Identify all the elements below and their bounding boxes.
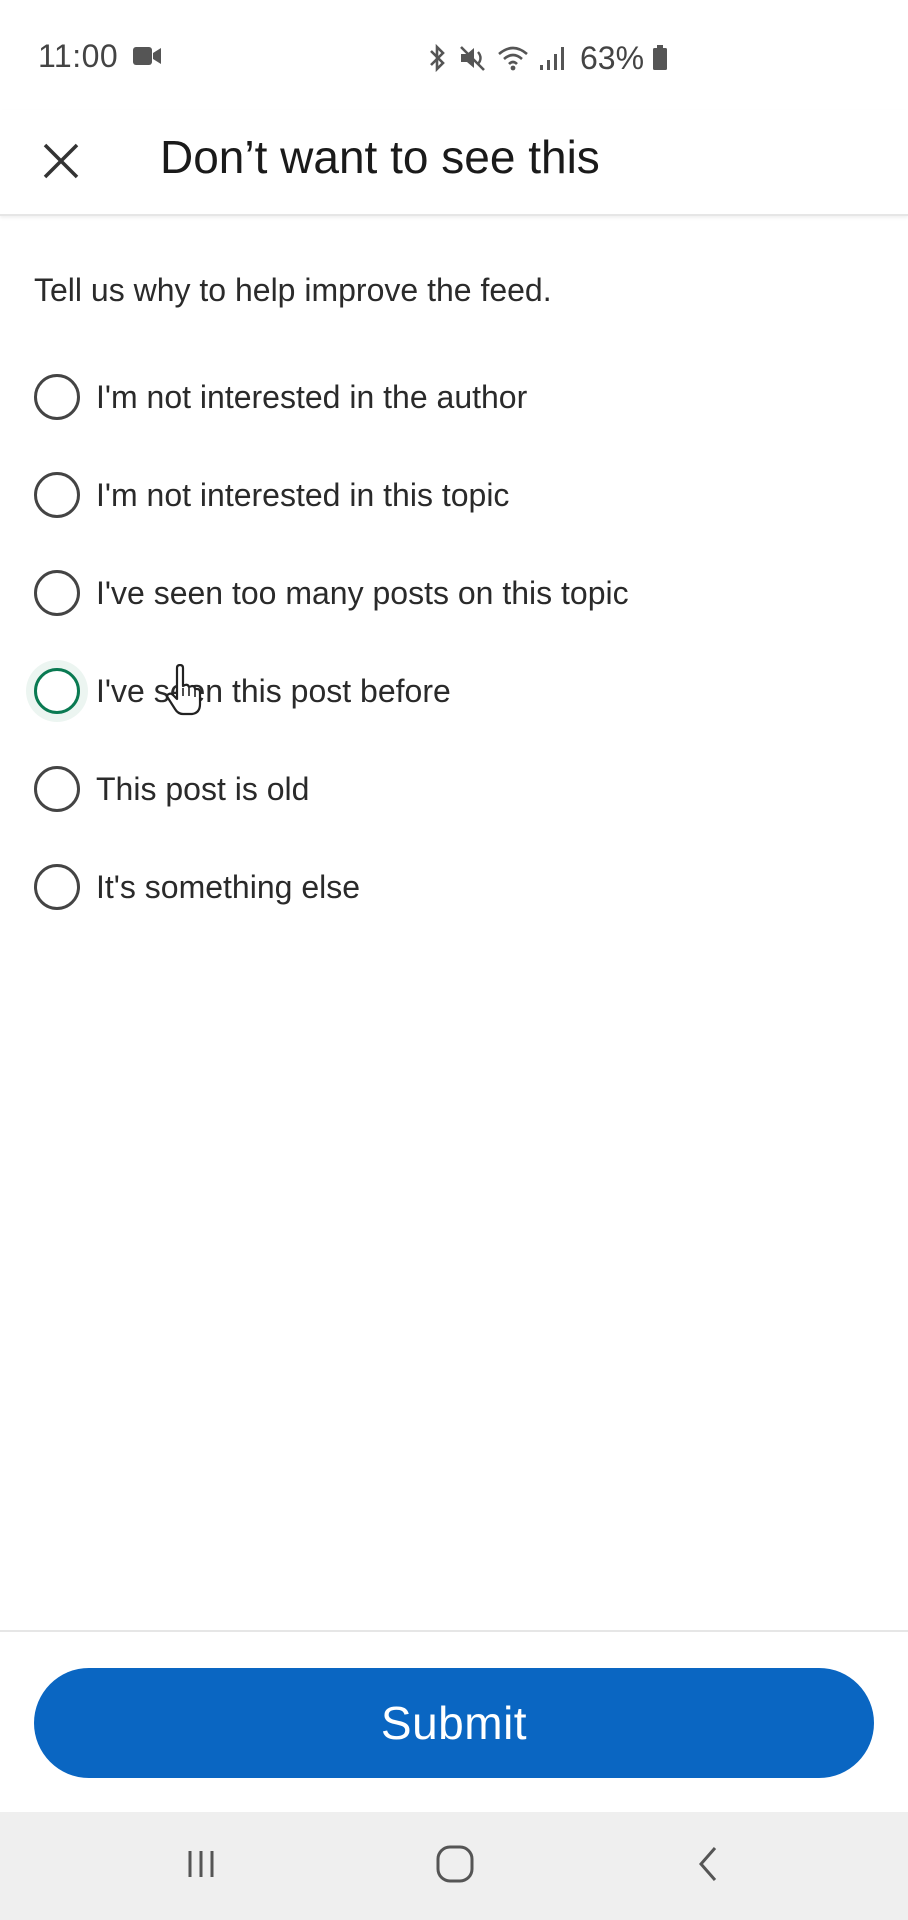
option-label: I've seen too many posts on this topic [96, 574, 629, 611]
option-too-many-posts[interactable]: I've seen too many posts on this topic [34, 544, 874, 642]
status-time: 11:00 [38, 38, 119, 74]
home-icon [435, 1844, 475, 1889]
mute-icon [458, 43, 488, 73]
battery-percentage: 63% [580, 39, 645, 76]
back-button[interactable] [674, 1834, 744, 1898]
battery-icon [652, 43, 668, 73]
radio-button[interactable] [34, 374, 80, 420]
radio-button[interactable] [34, 570, 80, 616]
recents-icon [181, 1844, 221, 1889]
radio-button[interactable] [34, 766, 80, 812]
option-label: I've seen this post before [96, 672, 451, 709]
bluetooth-icon [426, 43, 450, 73]
top-app-bar: Don’t want to see this [0, 110, 908, 216]
option-label: It's something else [96, 868, 361, 905]
bottom-divider [0, 1630, 908, 1632]
navigation-bar [0, 1812, 908, 1920]
radio-button[interactable] [34, 864, 80, 910]
signal-icon [538, 43, 568, 73]
option-something-else[interactable]: It's something else [34, 838, 874, 936]
option-label: I'm not interested in this topic [96, 476, 510, 513]
radio-button[interactable] [34, 668, 80, 714]
close-icon [41, 141, 81, 186]
page-title: Don’t want to see this [160, 131, 600, 183]
option-label: I'm not interested in the author [96, 378, 528, 415]
radio-button[interactable] [34, 472, 80, 518]
back-icon [689, 1844, 729, 1889]
feedback-prompt: Tell us why to help improve the feed. [34, 272, 552, 308]
option-seen-before[interactable]: I've seen this post before [34, 642, 874, 740]
reason-options: I'm not interested in the author I'm not… [34, 348, 874, 936]
option-label: This post is old [96, 770, 310, 807]
close-button[interactable] [30, 132, 92, 194]
option-not-interested-author[interactable]: I'm not interested in the author [34, 348, 874, 446]
recents-button[interactable] [166, 1834, 236, 1898]
submit-button[interactable]: Submit [34, 1668, 874, 1778]
option-post-old[interactable]: This post is old [34, 740, 874, 838]
video-camera-icon [132, 44, 162, 73]
home-button[interactable] [420, 1834, 490, 1898]
option-not-interested-topic[interactable]: I'm not interested in this topic [34, 446, 874, 544]
status-icons: 63% [426, 38, 668, 78]
wifi-icon [496, 43, 530, 73]
status-bar: 11:00 63% [0, 0, 908, 110]
